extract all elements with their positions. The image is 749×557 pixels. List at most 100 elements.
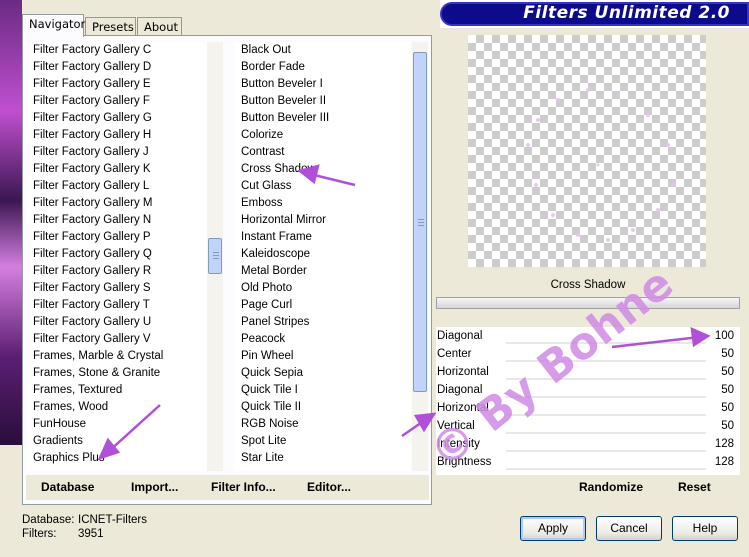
- tab-about[interactable]: About: [137, 17, 182, 36]
- reset-button[interactable]: Reset: [678, 480, 711, 494]
- parameter-row[interactable]: Horizontal 50: [436, 399, 740, 417]
- parameter-slider-track[interactable]: [506, 450, 706, 452]
- filter-list-item[interactable]: Contrast: [235, 144, 411, 161]
- category-list-item[interactable]: Graphics Plus: [27, 450, 207, 467]
- parameter-label: Horizontal: [437, 402, 489, 414]
- apply-button[interactable]: Apply: [520, 516, 586, 541]
- parameter-slider-track[interactable]: [506, 414, 706, 416]
- category-list-item[interactable]: Filter Factory Gallery J: [27, 144, 207, 161]
- filter-list-item[interactable]: Quick Tile II: [235, 399, 411, 416]
- database-button[interactable]: Database: [41, 480, 94, 494]
- filter-list-item[interactable]: Horizontal Mirror: [235, 212, 411, 229]
- category-list-item[interactable]: Filter Factory Gallery V: [27, 331, 207, 348]
- category-scrollbar[interactable]: [207, 42, 223, 471]
- category-list-item[interactable]: Filter Factory Gallery Q: [27, 246, 207, 263]
- randomize-button[interactable]: Randomize: [579, 480, 643, 494]
- category-list-item[interactable]: Gradients: [27, 433, 207, 450]
- category-list-item[interactable]: Filter Factory Gallery K: [27, 161, 207, 178]
- category-list-item[interactable]: Frames, Textured: [27, 382, 207, 399]
- parameter-row[interactable]: Brightness 128: [436, 453, 740, 471]
- parameter-row[interactable]: Vertical 50: [436, 417, 740, 435]
- grip-line: [213, 258, 219, 259]
- help-button[interactable]: Help: [672, 516, 738, 541]
- category-list-item[interactable]: Frames, Wood: [27, 399, 207, 416]
- filter-list-item[interactable]: Pin Wheel: [235, 348, 411, 365]
- parameter-label: Diagonal: [437, 330, 483, 342]
- filter-list-item[interactable]: Button Beveler III: [235, 110, 411, 127]
- editor-button[interactable]: Editor...: [307, 480, 351, 494]
- parameter-slider-track[interactable]: [506, 468, 706, 470]
- parameter-row[interactable]: Diagonal 100: [436, 327, 740, 345]
- category-list-item[interactable]: Filter Factory Gallery H: [27, 127, 207, 144]
- filter-list-item[interactable]: Spot Lite: [235, 433, 411, 450]
- category-list-item[interactable]: Frames, Stone & Granite: [27, 365, 207, 382]
- filter-scrollbar[interactable]: [412, 42, 428, 471]
- filter-list-item[interactable]: Cross Shadow: [235, 161, 411, 178]
- parameter-slider-track[interactable]: [506, 342, 706, 344]
- tab-navigator[interactable]: Navigator: [22, 14, 85, 37]
- parameter-label: Intensity: [437, 438, 480, 450]
- parameter-value: 50: [721, 366, 734, 378]
- filter-list-item[interactable]: Peacock: [235, 331, 411, 348]
- filter-list-item[interactable]: Border Fade: [235, 59, 411, 76]
- parameter-row[interactable]: Horizontal 50: [436, 363, 740, 381]
- filter-list-item[interactable]: Black Out: [235, 42, 411, 59]
- cancel-button[interactable]: Cancel: [596, 516, 662, 541]
- background-artwork: [0, 0, 22, 445]
- category-list-item[interactable]: Filter Factory Gallery G: [27, 110, 207, 127]
- filter-list-item[interactable]: Panel Stripes: [235, 314, 411, 331]
- parameter-row[interactable]: Intensity 128: [436, 435, 740, 453]
- category-list[interactable]: Filter Factory Gallery C Filter Factory G…: [27, 42, 207, 471]
- filter-list[interactable]: Black Out Border Fade Button Beveler I Butt…: [235, 42, 411, 471]
- grip-line: [418, 219, 424, 220]
- category-list-item[interactable]: Filter Factory Gallery U: [27, 314, 207, 331]
- category-list-item[interactable]: Filter Factory Gallery L: [27, 178, 207, 195]
- parameter-slider-track[interactable]: [506, 432, 706, 434]
- import-button[interactable]: Import...: [131, 480, 178, 494]
- parameter-slider-track[interactable]: [506, 360, 706, 362]
- filter-list-item[interactable]: Quick Tile I: [235, 382, 411, 399]
- filter-list-item[interactable]: Instant Frame: [235, 229, 411, 246]
- filter-list-item[interactable]: Metal Border: [235, 263, 411, 280]
- parameter-row[interactable]: Center 50: [436, 345, 740, 363]
- filter-list-item[interactable]: RGB Noise: [235, 416, 411, 433]
- category-list-item[interactable]: Filter Factory Gallery R: [27, 263, 207, 280]
- parameter-value: 50: [721, 348, 734, 360]
- reset-button-label: Reset: [678, 480, 711, 494]
- filter-list-item[interactable]: Quick Sepia: [235, 365, 411, 382]
- filter-list-item[interactable]: Colorize: [235, 127, 411, 144]
- category-list-item[interactable]: Filter Factory Gallery C: [27, 42, 207, 59]
- category-list-item[interactable]: Filter Factory Gallery E: [27, 76, 207, 93]
- category-list-item[interactable]: Filter Factory Gallery M: [27, 195, 207, 212]
- filter-list-item[interactable]: Page Curl: [235, 297, 411, 314]
- filter-list-item[interactable]: Button Beveler I: [235, 76, 411, 93]
- category-list-item[interactable]: Filter Factory Gallery S: [27, 280, 207, 297]
- filter-list-item[interactable]: Emboss: [235, 195, 411, 212]
- database-button-label: Database: [41, 480, 95, 494]
- parameter-row[interactable]: Diagonal 50: [436, 381, 740, 399]
- category-list-item[interactable]: FunHouse: [27, 416, 207, 433]
- category-list-item[interactable]: Filter Factory Gallery D: [27, 59, 207, 76]
- grip-line: [213, 255, 219, 256]
- filter-list-item[interactable]: Button Beveler II: [235, 93, 411, 110]
- category-list-item[interactable]: Filter Factory Gallery N: [27, 212, 207, 229]
- category-list-item[interactable]: Frames, Marble & Crystal: [27, 348, 207, 365]
- filter-list-item[interactable]: Kaleidoscope: [235, 246, 411, 263]
- filters-status-label: Filters:: [22, 528, 57, 540]
- category-scroll-thumb[interactable]: [208, 238, 222, 274]
- category-list-item[interactable]: Filter Factory Gallery T: [27, 297, 207, 314]
- preview-panel: Cross Shadow Diagonal 100 Center 50 Horizont…: [432, 35, 743, 505]
- category-list-item[interactable]: Filter Factory Gallery P: [27, 229, 207, 246]
- parameter-slider-track[interactable]: [506, 378, 706, 380]
- filter-scroll-thumb[interactable]: [413, 52, 427, 392]
- filter-list-item[interactable]: Star Lite: [235, 450, 411, 467]
- filter-list-item[interactable]: Old Photo: [235, 280, 411, 297]
- parameter-slider-track[interactable]: [506, 396, 706, 398]
- category-list-item[interactable]: Filter Factory Gallery F: [27, 93, 207, 110]
- tab-presets[interactable]: Presets: [85, 17, 136, 36]
- filter-list-item[interactable]: Cut Glass: [235, 178, 411, 195]
- parameter-label: Brightness: [437, 456, 492, 468]
- filter-info-button[interactable]: Filter Info...: [211, 480, 276, 494]
- parameter-value: 128: [714, 456, 734, 468]
- selected-filter-name: Cross Shadow: [550, 279, 626, 291]
